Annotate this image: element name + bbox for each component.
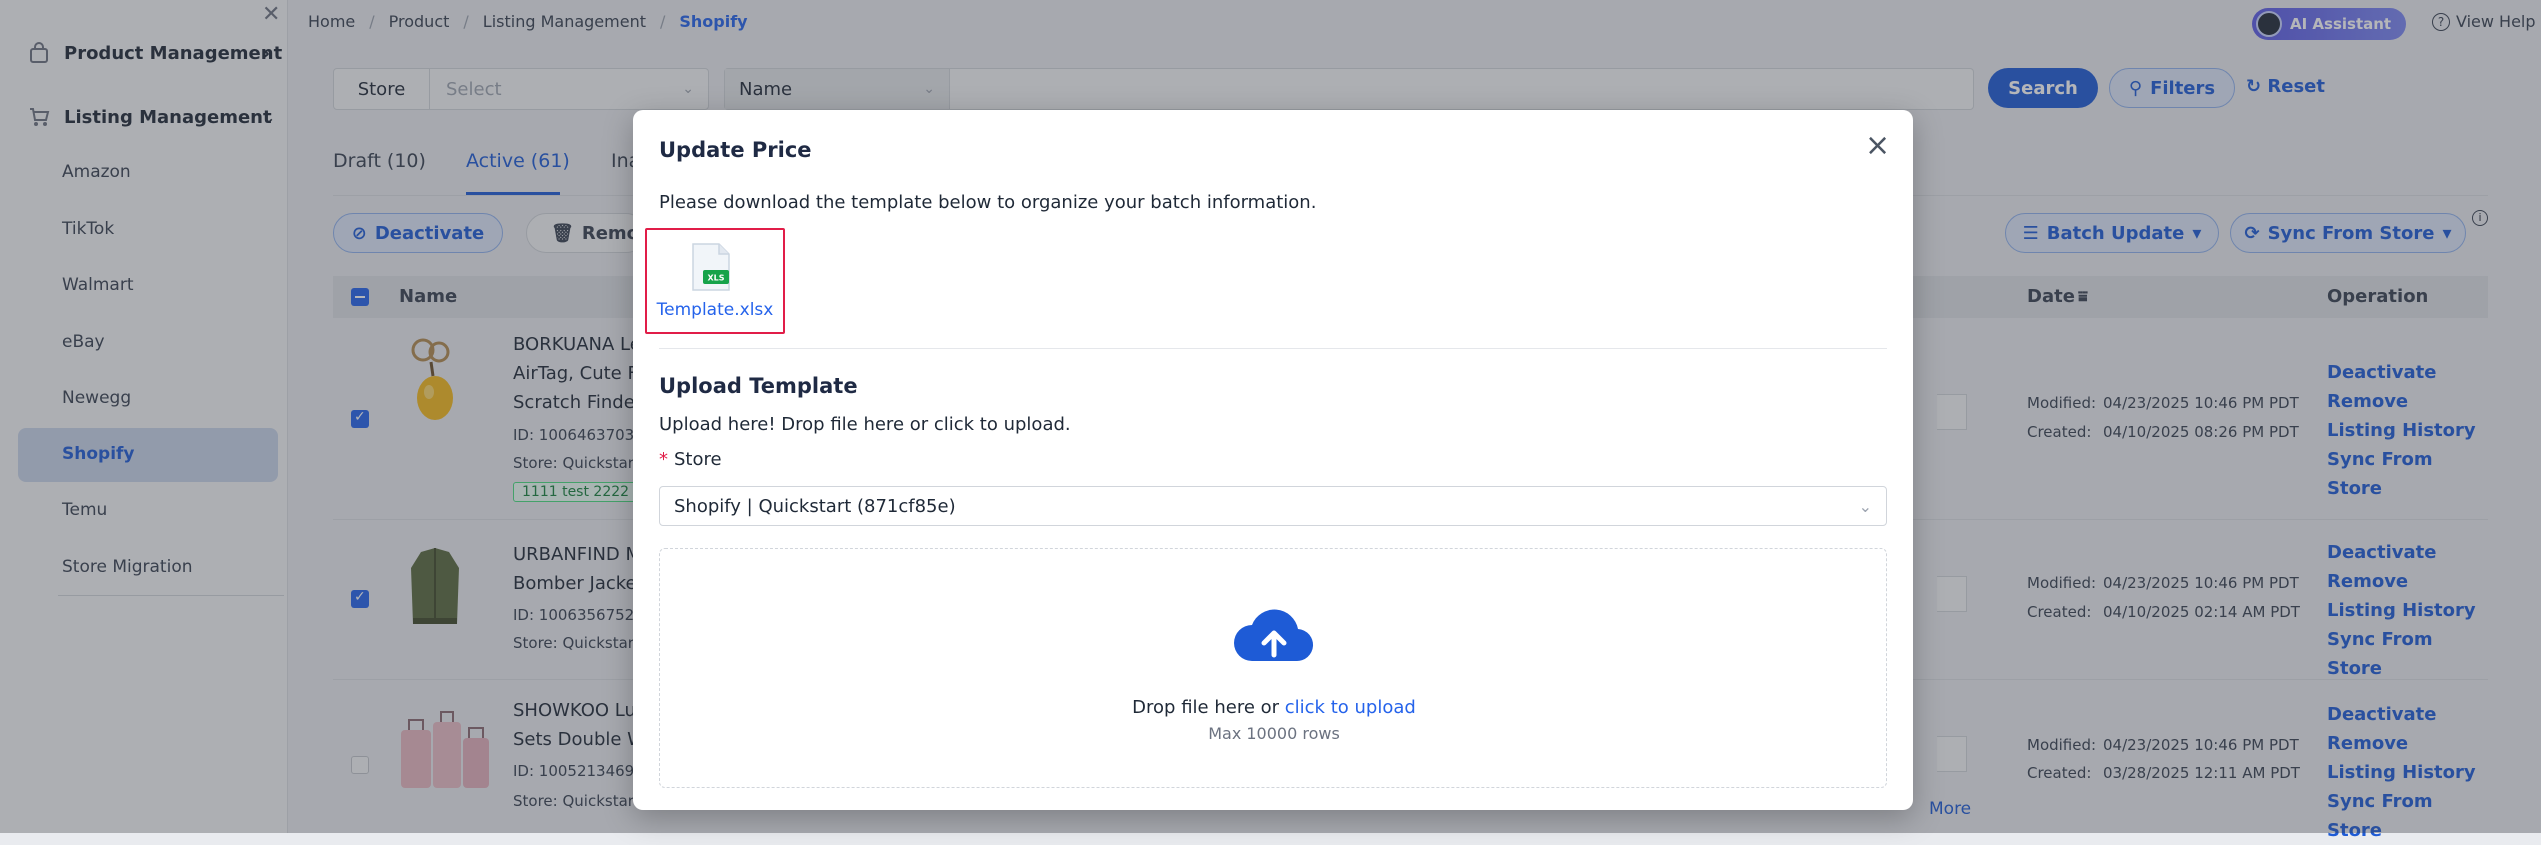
chevron-down-icon: ⌄ <box>1858 497 1872 516</box>
dialog-title: Update Price <box>659 138 812 162</box>
store-select-value: Shopify | Quickstart (871cf85e) <box>674 495 956 517</box>
template-download[interactable]: XLS Template.xlsx <box>645 228 785 334</box>
dialog-description: Please download the template below to or… <box>659 192 1317 213</box>
upload-hint: Upload here! Drop file here or click to … <box>659 414 1071 435</box>
drop-instructions: Drop file here or click to upload <box>1132 697 1416 718</box>
divider <box>659 348 1887 349</box>
click-to-upload-link[interactable]: click to upload <box>1285 697 1416 718</box>
close-icon[interactable]: × <box>1865 128 1890 163</box>
upload-section-title: Upload Template <box>659 374 858 398</box>
file-badge: XLS <box>707 274 724 283</box>
update-price-dialog: Update Price × Please download the templ… <box>633 110 1913 810</box>
upload-dropzone[interactable]: Drop file here or click to upload Max 10… <box>659 548 1887 788</box>
template-filename[interactable]: Template.xlsx <box>647 300 783 320</box>
store-field-label: * Store <box>659 449 722 470</box>
cloud-upload-icon <box>1234 609 1314 662</box>
max-rows-note: Max 10000 rows <box>1208 724 1340 743</box>
xls-file-icon: XLS <box>692 243 730 291</box>
required-asterisk: * <box>659 449 668 470</box>
store-select[interactable]: Shopify | Quickstart (871cf85e) ⌄ <box>659 486 1887 526</box>
